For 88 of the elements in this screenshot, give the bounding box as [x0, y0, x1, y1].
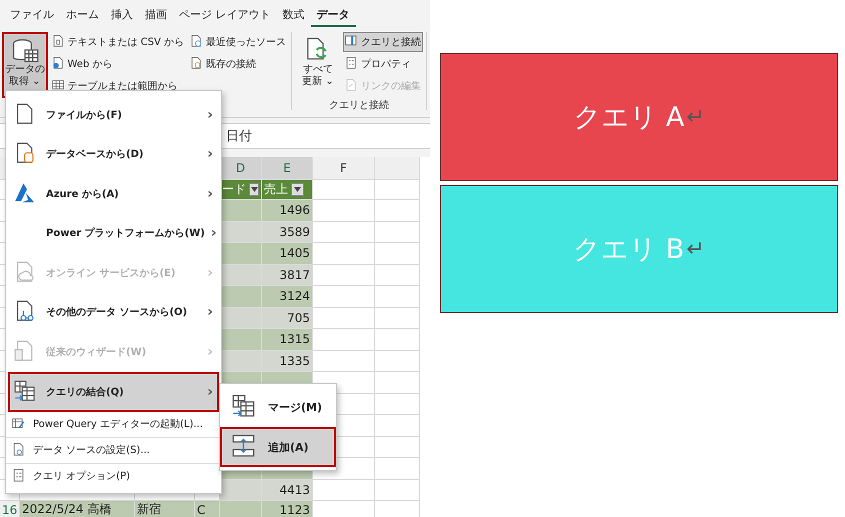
- grid-cell: [220, 480, 262, 501]
- menu-item[interactable]: 追加(A): [220, 427, 336, 467]
- menu-item[interactable]: ファイルから(F) ›: [8, 95, 219, 134]
- grid-cell: [313, 180, 375, 200]
- menu-item[interactable]: データベースから(D) ›: [8, 134, 219, 174]
- menu-item[interactable]: マージ(M): [220, 387, 336, 427]
- grid-cell: [375, 480, 420, 501]
- grid-cell: [313, 243, 375, 264]
- ribbon-tab[interactable]: ファイル: [4, 2, 60, 27]
- table-cell: 1123: [262, 501, 313, 517]
- column-header[interactable]: E: [262, 157, 313, 180]
- menu-item[interactable]: Power Query エディターの起動(L)...: [6, 412, 221, 436]
- ribbon-tab[interactable]: ページ レイアウト: [173, 2, 276, 27]
- grid-cell: [375, 264, 420, 286]
- table-header: ード: [220, 180, 262, 200]
- table-cell: 705: [262, 308, 313, 329]
- grid-cell: [375, 157, 420, 180]
- grid-cell: [375, 180, 420, 200]
- filter-dropdown-icon[interactable]: [249, 183, 259, 196]
- table-cell: 1496: [262, 200, 313, 222]
- table-cell: 1315: [262, 329, 313, 350]
- table-header: 売上: [262, 180, 313, 200]
- refresh-all-button[interactable]: すべて 更新 ⌄: [295, 32, 342, 98]
- table-cell: 2022/5/24 高橋: [20, 501, 135, 517]
- grid-cell: [375, 222, 420, 243]
- formula-value: 日付: [226, 128, 252, 146]
- ribbon-command[interactable]: Web から: [50, 54, 186, 74]
- grid-cell: [313, 480, 375, 501]
- row-header: 16: [0, 501, 20, 517]
- ribbon-tab[interactable]: 挿入: [105, 2, 139, 27]
- ribbon-tab[interactable]: 描画: [139, 2, 173, 27]
- grid-cell: [375, 200, 420, 222]
- grid-cell: [220, 286, 262, 308]
- ribbon-tab[interactable]: ホーム: [60, 2, 105, 27]
- ribbon-tab[interactable]: データ: [310, 2, 356, 27]
- ribbon-command[interactable]: 最近使ったソース: [188, 32, 288, 52]
- ribbon-command[interactable]: プロパティ: [343, 54, 424, 74]
- grid-cell: [220, 264, 262, 286]
- table-cell: C: [195, 501, 220, 517]
- grid-cell: [313, 264, 375, 286]
- grid-cell: [375, 394, 420, 415]
- menu-item[interactable]: クエリ オプション(P): [6, 462, 221, 488]
- menu-item[interactable]: その他のデータ ソースから(O) ›: [8, 292, 219, 332]
- grid-cell: [313, 200, 375, 222]
- grid-cell: [375, 243, 420, 264]
- grid-cell: [313, 308, 375, 329]
- grid-cell: [375, 329, 420, 350]
- filter-dropdown-icon[interactable]: [291, 183, 304, 196]
- grid-cell: [220, 501, 262, 517]
- grid-cell: [220, 243, 262, 264]
- grid-cell: [375, 436, 420, 458]
- table-cell: 3817: [262, 264, 313, 286]
- table-cell: 3124: [262, 286, 313, 308]
- grid-cell: [220, 200, 262, 222]
- grid-cell: [220, 308, 262, 329]
- ribbon-command[interactable]: クエリと接続: [343, 32, 424, 52]
- ribbon-command[interactable]: 既存の接続: [188, 54, 288, 74]
- grid-cell: [220, 350, 262, 372]
- paragraph-mark: ↵: [686, 104, 705, 130]
- grid-cell: [220, 222, 262, 243]
- menu-item[interactable]: Azure から(A) ›: [8, 174, 219, 214]
- group-label: クエリと接続: [329, 98, 390, 112]
- grid-cell: [313, 286, 375, 308]
- grid-cell: [375, 286, 420, 308]
- table-cell: 3589: [262, 222, 313, 243]
- table-cell: 新宿: [135, 501, 195, 517]
- grid-cell: [375, 308, 420, 329]
- table-cell: 1405: [262, 243, 313, 264]
- table-cell: 1335: [262, 350, 313, 372]
- grid-cell: [375, 372, 420, 394]
- get-data-button[interactable]: データの 取得 ⌄: [2, 32, 48, 98]
- paragraph-mark: ↵: [686, 236, 705, 262]
- grid-cell: [375, 458, 420, 480]
- grid-cell: [375, 415, 420, 436]
- grid-cell: [313, 329, 375, 350]
- grid-cell: [375, 350, 420, 372]
- grid-cell: [313, 350, 375, 372]
- ribbon-tab[interactable]: 数式: [276, 2, 310, 27]
- column-header[interactable]: D: [220, 157, 262, 180]
- table-cell: 4413: [262, 480, 313, 501]
- query-label: クエリ A: [573, 101, 684, 135]
- grid-cell: [220, 329, 262, 350]
- menu-item[interactable]: Power プラットフォームから(W) ›: [8, 214, 219, 253]
- query-label: クエリ B: [573, 233, 684, 267]
- column-header[interactable]: F: [313, 157, 375, 180]
- ribbon-command[interactable]: テキストまたは CSV から: [50, 32, 186, 52]
- menu-item[interactable]: クエリの結合(Q) ›: [8, 372, 219, 412]
- grid-cell: [313, 222, 375, 243]
